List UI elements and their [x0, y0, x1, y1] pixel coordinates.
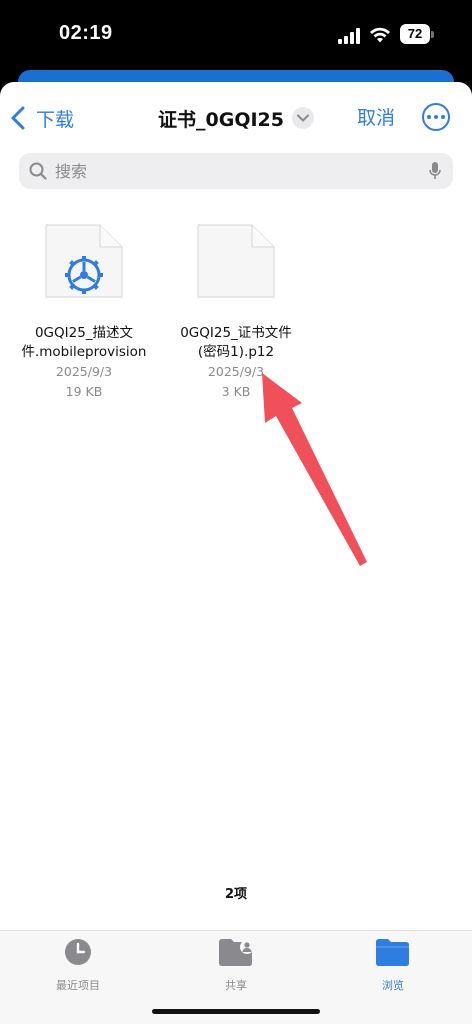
- file-size: 19 KB: [65, 384, 103, 399]
- tab-bar: 最近项目 共享 浏览: [0, 930, 472, 1024]
- item-count: 2项: [224, 887, 248, 902]
- file-date: 2025/9/3: [55, 364, 113, 379]
- file-item[interactable]: 0GQI25_证书文件 (密码1).p12 2025/9/3 3 KB: [161, 224, 311, 402]
- file-item[interactable]: 0GQI25_描述文 件.mobileprovision 2025/9/3 19…: [9, 224, 159, 402]
- folder-icon: [376, 939, 409, 966]
- chevron-left-icon: [11, 106, 25, 130]
- tab-label: 最近项目: [56, 979, 100, 992]
- tab-recents[interactable]: 最近项目: [18, 937, 138, 993]
- folder-title[interactable]: 证书_0GQI25: [158, 103, 314, 133]
- file-browser-sheet: 下载 证书_0GQI25 取消 搜索 0GQI25_描述文 件.mobilepr…: [0, 82, 472, 1024]
- chevron-down-icon: [291, 107, 314, 129]
- status-time: 02:19: [59, 22, 113, 44]
- tab-browse[interactable]: 浏览: [333, 937, 453, 993]
- status-bar: 02:19 72: [0, 0, 472, 70]
- battery-icon: 72: [400, 24, 434, 44]
- search-icon: [29, 162, 47, 180]
- clock-icon: [65, 939, 91, 965]
- tab-shared[interactable]: 共享: [176, 937, 296, 993]
- home-indicator: [152, 1009, 320, 1014]
- file-date: 2025/9/3: [207, 364, 265, 379]
- file-name: 0GQI25_描述文 件.mobileprovision: [21, 325, 147, 360]
- back-label: 下载: [36, 108, 75, 131]
- file-size: 3 KB: [221, 384, 251, 399]
- page-title: 证书_0GQI25: [158, 108, 284, 131]
- wifi-icon: [370, 27, 390, 43]
- navigation-bar: 下载 证书_0GQI25 取消: [0, 82, 472, 152]
- shared-folder-icon: [219, 939, 254, 966]
- battery-level: 72: [400, 24, 430, 44]
- tab-label: 浏览: [382, 979, 404, 992]
- search-input[interactable]: [55, 161, 415, 181]
- blank-document-icon: [197, 224, 275, 298]
- cancel-button[interactable]: 取消: [357, 103, 395, 133]
- microphone-icon[interactable]: [429, 162, 441, 180]
- back-button[interactable]: 下载: [10, 103, 74, 133]
- tab-label: 共享: [225, 979, 247, 992]
- search-bar[interactable]: [19, 153, 453, 189]
- cellular-signal-icon: [338, 28, 360, 44]
- gear-document-icon: [45, 224, 123, 298]
- more-options-icon[interactable]: [422, 103, 450, 131]
- file-name: 0GQI25_证书文件 (密码1).p12: [180, 325, 292, 360]
